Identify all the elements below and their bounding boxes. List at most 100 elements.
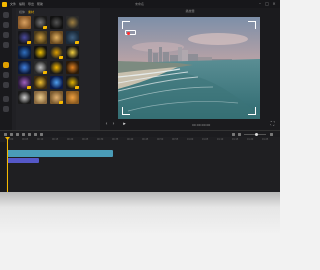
audio-clip[interactable]: [7, 158, 39, 163]
ruler-tick-label: 00:45: [142, 138, 149, 141]
timecode: 00:00:00:00: [192, 123, 211, 127]
record-dot-icon: [127, 32, 130, 35]
beach-city-scene: [118, 17, 260, 119]
close-icon[interactable]: ×: [272, 2, 276, 6]
mirror-icon[interactable]: [40, 133, 43, 136]
download-badge-icon: [27, 86, 31, 89]
thumbnail-effect-21[interactable]: [18, 91, 31, 104]
window-title: 未命名: [135, 2, 145, 6]
ruler-tick-label: 00:10: [37, 138, 44, 141]
thumbnail-effect-20[interactable]: [66, 76, 79, 89]
menu-edit[interactable]: 编辑: [19, 2, 25, 6]
window-shadow: [0, 192, 280, 270]
menu-file[interactable]: 文件: [10, 2, 16, 6]
menu-help[interactable]: 帮助: [37, 2, 43, 6]
download-badge-icon: [27, 41, 31, 44]
thumbnail-effect-7[interactable]: [50, 31, 63, 44]
thumbnail-effect-14[interactable]: [34, 61, 47, 74]
ruler-tick-label: 00:05: [22, 138, 29, 141]
thumbnail-effect-10[interactable]: [34, 46, 47, 59]
tab-media[interactable]: 媒体: [19, 10, 25, 14]
timeline-tracks: [0, 142, 280, 192]
template-icon[interactable]: [3, 106, 9, 112]
thumbnail-effect-16[interactable]: [66, 61, 79, 74]
menu-export[interactable]: 导出: [28, 2, 34, 6]
zoom-out-icon[interactable]: [238, 133, 241, 136]
media-icon[interactable]: [3, 12, 9, 18]
undo-icon[interactable]: [4, 133, 7, 136]
zoom-in-icon[interactable]: [270, 133, 273, 136]
delete-icon[interactable]: [22, 133, 25, 136]
ruler-tick-label: 00:25: [82, 138, 89, 141]
thumbnail-effect-3[interactable]: [50, 16, 63, 29]
fullscreen-icon[interactable]: ⛶: [270, 122, 275, 127]
video-clip[interactable]: [7, 150, 113, 157]
track-header: [0, 142, 6, 192]
thumbnail-effect-4[interactable]: [66, 16, 79, 29]
adjust-icon[interactable]: [3, 96, 9, 102]
play-icon[interactable]: ▸: [122, 122, 127, 127]
ruler-tick-label: 01:15: [232, 138, 239, 141]
thumbnail-effect-6[interactable]: [34, 31, 47, 44]
filter-icon[interactable]: [3, 82, 9, 88]
frame-corner-tl: [122, 21, 130, 29]
ruler-tick-label: 00:55: [172, 138, 179, 141]
menu-bar: 文件 编辑 导出 帮助 未命名 – □ ×: [0, 0, 280, 8]
timeline-toolbar: [0, 130, 280, 137]
download-badge-icon: [59, 56, 63, 59]
ruler-tick-label: 00:50: [157, 138, 164, 141]
thumbnail-effect-12[interactable]: [66, 46, 79, 59]
thumbnail-effect-5[interactable]: [18, 31, 31, 44]
frame-corner-br: [248, 107, 256, 115]
zoom-slider[interactable]: [244, 133, 266, 136]
preview-panel: 播放器 ‹ › ▸ 00:00:00:00 ⛶: [100, 8, 280, 130]
download-badge-icon: [43, 71, 47, 74]
ruler-tick-label: 00:15: [52, 138, 59, 141]
audio-icon[interactable]: [3, 22, 9, 28]
thumbnail-effect-2[interactable]: [34, 16, 47, 29]
sticker-icon[interactable]: [3, 42, 9, 48]
preview-controls: ‹ › ▸ 00:00:00:00 ⛶: [100, 120, 280, 129]
thumbnail-effect-17[interactable]: [18, 76, 31, 89]
crop-icon[interactable]: [28, 133, 31, 136]
preview-video[interactable]: [118, 17, 260, 119]
redo-icon[interactable]: [10, 133, 13, 136]
ruler-tick-label: 01:00: [187, 138, 194, 141]
thumbnail-effect-23[interactable]: [50, 91, 63, 104]
tool-rail: [0, 8, 12, 130]
download-badge-icon: [43, 26, 47, 29]
ruler-tick-label: 00:35: [112, 138, 119, 141]
download-badge-icon: [75, 41, 79, 44]
thumbnail-effect-13[interactable]: [18, 61, 31, 74]
thumbnail-effect-11[interactable]: [50, 46, 63, 59]
thumbnail-effect-1[interactable]: [18, 16, 31, 29]
ruler-tick-label: 01:10: [217, 138, 224, 141]
speed-icon[interactable]: [34, 133, 37, 136]
preview-title: 播放器: [185, 9, 195, 13]
thumbnail-effect-15[interactable]: [50, 61, 63, 74]
transition-icon[interactable]: [3, 72, 9, 78]
playhead[interactable]: [7, 137, 8, 192]
thumbnail-effect-18[interactable]: [34, 76, 47, 89]
thumbnail-effect-8[interactable]: [66, 31, 79, 44]
ruler-tick-label: 01:20: [247, 138, 254, 141]
zoom-slider-knob[interactable]: [255, 133, 258, 136]
next-frame-icon[interactable]: ›: [111, 122, 116, 127]
text-icon[interactable]: [3, 32, 9, 38]
prev-frame-icon[interactable]: ‹: [104, 122, 109, 127]
magnet-icon[interactable]: [232, 133, 235, 136]
ruler-tick-label: 00:40: [127, 138, 134, 141]
tab-materials[interactable]: 素材: [28, 10, 34, 14]
thumbnail-effect-22[interactable]: [34, 91, 47, 104]
maximize-icon[interactable]: □: [265, 2, 269, 6]
effects-icon[interactable]: [3, 62, 9, 68]
video-editor-window: 文件 编辑 导出 帮助 未命名 – □ × 媒体 素材 播放器 ‹ › ▸ 00…: [0, 0, 280, 192]
thumbnail-effect-24[interactable]: [66, 91, 79, 104]
download-badge-icon: [75, 86, 79, 89]
frame-corner-bl: [122, 107, 130, 115]
minimize-icon[interactable]: –: [258, 2, 262, 6]
download-badge-icon: [59, 101, 63, 104]
thumbnail-effect-9[interactable]: [18, 46, 31, 59]
thumbnail-effect-19[interactable]: [50, 76, 63, 89]
split-icon[interactable]: [16, 133, 19, 136]
